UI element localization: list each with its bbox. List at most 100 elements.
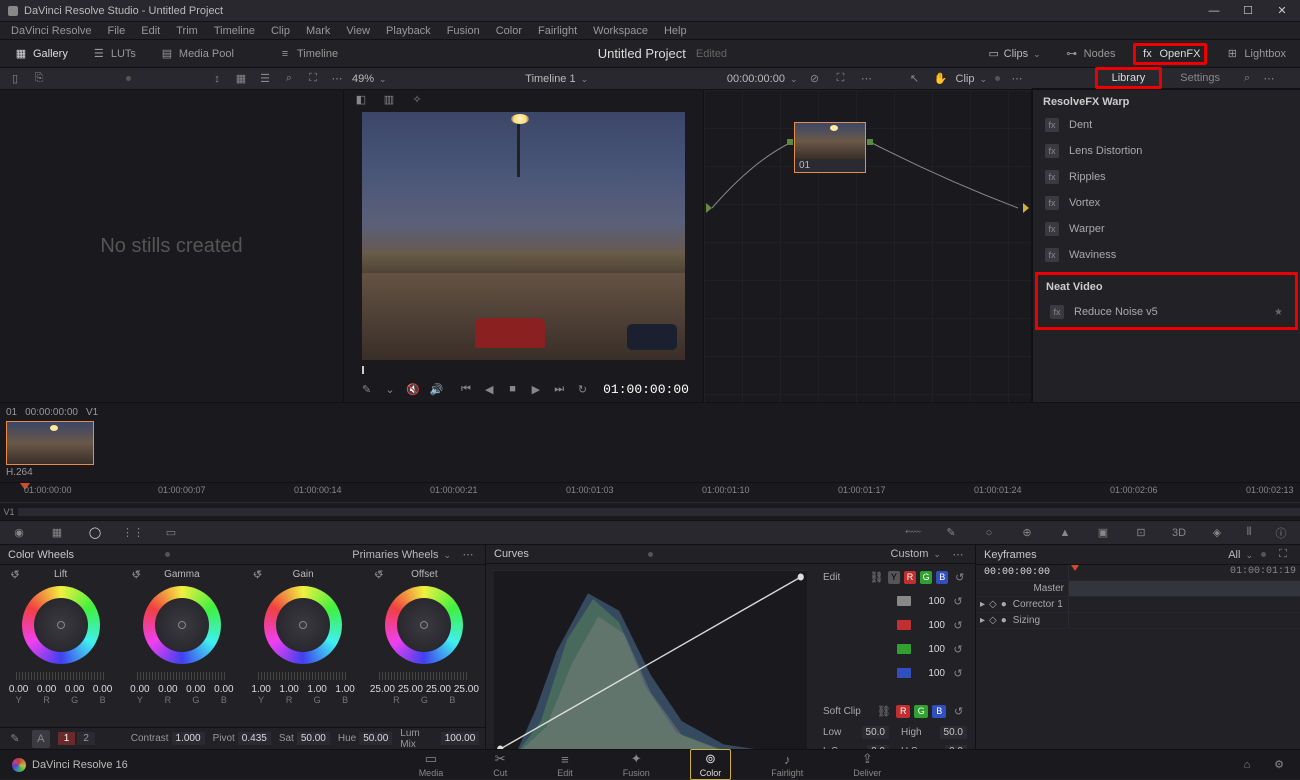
last-frame-icon[interactable]: ⏭	[551, 380, 568, 398]
keyframes-mode[interactable]: All	[1228, 549, 1253, 561]
page-deliver[interactable]: ⇪Deliver	[843, 749, 891, 780]
low-value[interactable]: 50.0	[862, 726, 889, 739]
menu-fairlight[interactable]: Fairlight	[531, 24, 584, 38]
viewer-timeline-name[interactable]: Timeline 1	[525, 73, 588, 85]
wheel-value[interactable]: 0.00	[90, 684, 116, 695]
volume-icon[interactable]: 🔊	[428, 380, 445, 398]
stills-view-icon[interactable]: ▯	[6, 70, 24, 88]
r-channel-chip[interactable]: R	[904, 571, 916, 584]
page-color[interactable]: ⊚Color	[690, 749, 732, 780]
stereo-icon[interactable]: 3D	[1170, 524, 1188, 542]
blue-intensity[interactable]: 100	[915, 668, 945, 679]
viewer-scrubber[interactable]	[362, 364, 685, 376]
page-media[interactable]: ▭Media	[409, 749, 454, 780]
bypass-icon[interactable]: ⊘	[806, 70, 824, 88]
node-more-icon[interactable]: ⋯	[1008, 70, 1026, 88]
page-cut[interactable]: ✂Cut	[483, 749, 517, 780]
node-graph-panel[interactable]: 01	[704, 90, 1032, 402]
kf-expand-icon[interactable]: ▸	[980, 615, 985, 626]
stills-grab-icon[interactable]: ⎘	[30, 70, 48, 88]
viewer-tc[interactable]: 00:00:00:00	[727, 73, 798, 85]
pivot-value[interactable]: 0.435	[238, 732, 271, 745]
kf-corrector-track[interactable]	[1068, 597, 1300, 612]
kf-sizing-track[interactable]	[1068, 613, 1300, 628]
picker-dd-icon[interactable]: ⌄	[381, 380, 398, 398]
picker-icon[interactable]: ✎	[358, 380, 375, 398]
color-match-icon[interactable]: ▦	[48, 524, 66, 542]
node-input-icon[interactable]	[787, 139, 793, 145]
curves-mode-dropdown[interactable]: Custom	[891, 548, 941, 560]
ruler-ticks[interactable]: 01:00:00:00 01:00:00:07 01:00:00:14 01:0…	[0, 483, 1300, 503]
wheel-value[interactable]: 1.00	[276, 684, 302, 695]
wand-icon[interactable]: ✧	[408, 90, 426, 108]
close-window-button[interactable]: ✕	[1272, 1, 1292, 21]
green-intensity[interactable]: 100	[915, 644, 945, 655]
b-channel-chip[interactable]: B	[936, 571, 948, 584]
wheel-value[interactable]: 0.00	[155, 684, 181, 695]
wheel-page-tabs[interactable]: 12	[58, 732, 95, 745]
page-edit[interactable]: ≡Edit	[547, 750, 583, 780]
step-back-icon[interactable]: ◀	[481, 380, 498, 398]
reset-icon[interactable]: ↺	[949, 640, 967, 658]
viewer-image[interactable]	[362, 112, 685, 360]
reset-icon[interactable]: ↺	[127, 566, 145, 584]
wheel-value[interactable]: 0.00	[211, 684, 237, 695]
jog-wheel[interactable]	[16, 672, 106, 680]
wheel-handle-icon[interactable]	[178, 621, 186, 629]
wheel-value[interactable]: 0.00	[34, 684, 60, 695]
fx-item-waviness[interactable]: fxWaviness	[1033, 242, 1300, 268]
menu-clip[interactable]: Clip	[264, 24, 297, 38]
fullscreen-icon[interactable]: ⛶	[832, 70, 850, 88]
timeline-toggle[interactable]: ≡Timeline	[272, 44, 344, 64]
curves-icon[interactable]: ⬳	[904, 524, 922, 542]
wheel-value[interactable]: 0.00	[183, 684, 209, 695]
fx-item-ripples[interactable]: fxRipples	[1033, 164, 1300, 190]
pointer-icon[interactable]: ↖	[906, 70, 924, 88]
page-fairlight[interactable]: ♪Fairlight	[761, 750, 813, 780]
fx-item-warper[interactable]: fxWarper	[1033, 216, 1300, 242]
lightbox-toggle[interactable]: ⊞Lightbox	[1219, 44, 1292, 64]
hand-icon[interactable]: ✋	[932, 70, 950, 88]
luts-toggle[interactable]: ☰LUTs	[86, 44, 142, 64]
reset-icon[interactable]: ↺	[6, 566, 24, 584]
favorite-icon[interactable]: ★	[1274, 307, 1283, 318]
menu-davinci[interactable]: DaVinci Resolve	[4, 24, 99, 38]
red-intensity[interactable]: 100	[915, 620, 945, 631]
kf-expand-icon[interactable]: ▸	[980, 599, 985, 610]
fx-more-icon[interactable]: ⋯	[1260, 69, 1278, 87]
wheel-value[interactable]: 0.00	[127, 684, 153, 695]
fx-tab-library[interactable]: Library	[1095, 67, 1163, 89]
kf-item-corrector[interactable]: Corrector 1	[1013, 599, 1063, 610]
jog-wheel[interactable]	[258, 672, 348, 680]
key-icon[interactable]: ▣	[1094, 524, 1112, 542]
wheel-handle-icon[interactable]	[57, 621, 65, 629]
node-output-icon[interactable]	[867, 139, 873, 145]
kf-ruler[interactable]: 01:00:01:19	[1068, 565, 1300, 580]
sat-value[interactable]: 50.00	[297, 732, 330, 745]
mediapool-toggle[interactable]: ▤Media Pool	[154, 44, 240, 64]
page-fusion[interactable]: ✦Fusion	[613, 749, 660, 780]
wheels-mode-dropdown[interactable]: Primaries Wheels	[352, 549, 451, 561]
sizing-icon[interactable]: ⊡	[1132, 524, 1150, 542]
search-icon[interactable]: ⌕	[280, 70, 298, 88]
kf-visible-icon[interactable]: ●	[1001, 615, 1007, 626]
contrast-value[interactable]: 1.000	[172, 732, 205, 745]
g-softclip-chip[interactable]: G	[914, 705, 928, 718]
sort-icon[interactable]: ↕	[208, 70, 226, 88]
fx-item-reducenoise[interactable]: fxReduce Noise v5★	[1038, 299, 1295, 325]
first-frame-icon[interactable]: ⏮	[457, 380, 474, 398]
grid-icon[interactable]: ▦	[232, 70, 250, 88]
blur-icon[interactable]: ▲	[1056, 524, 1074, 542]
menu-fusion[interactable]: Fusion	[440, 24, 487, 38]
b-softclip-chip[interactable]: B	[932, 705, 946, 718]
curve-editor[interactable]	[486, 564, 815, 762]
wheel-value[interactable]: 1.00	[248, 684, 274, 695]
wheels-more-icon[interactable]: ⋯	[459, 546, 477, 564]
reset-icon[interactable]: ↺	[249, 566, 267, 584]
menu-file[interactable]: File	[101, 24, 133, 38]
rgb-mixer-icon[interactable]: ⋮⋮	[124, 524, 142, 542]
kf-diamond-icon[interactable]: ◇	[989, 615, 997, 626]
curves-more-icon[interactable]: ⋯	[949, 545, 967, 563]
fx-item-vortex[interactable]: fxVortex	[1033, 190, 1300, 216]
fx-item-lensdistortion[interactable]: fxLens Distortion	[1033, 138, 1300, 164]
